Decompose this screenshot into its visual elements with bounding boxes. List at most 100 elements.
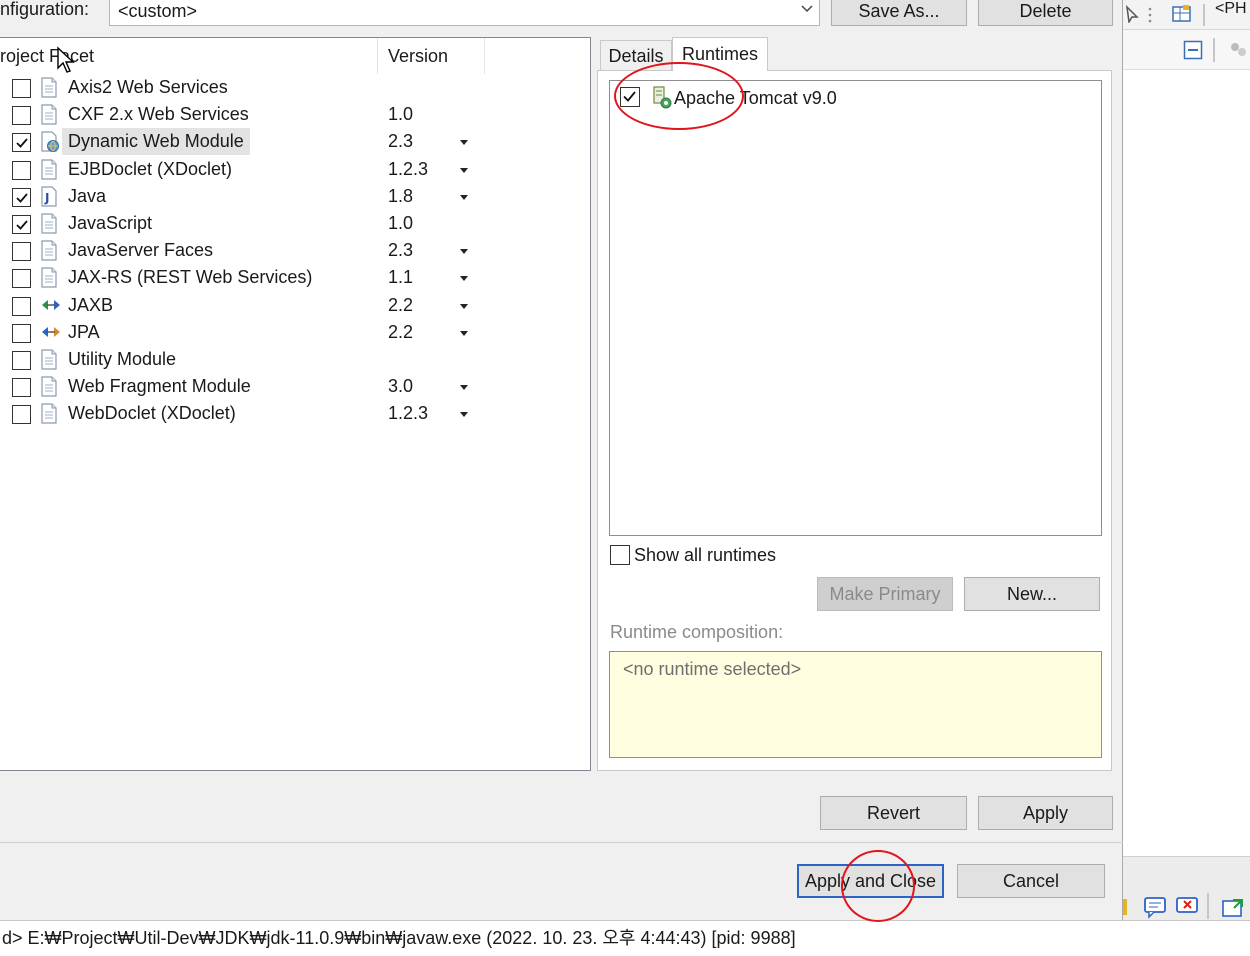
table-row[interactable]: J Java 1.8 <box>0 183 590 210</box>
facet-name: Axis2 Web Services <box>68 77 228 97</box>
facet-checkbox[interactable] <box>12 405 31 425</box>
configuration-combo[interactable]: <custom> <box>109 0 820 26</box>
minimize-icon[interactable] <box>1183 40 1203 60</box>
tab-runtimes-label: Runtimes <box>681 44 759 64</box>
facet-version[interactable]: 2.3 <box>388 128 413 155</box>
facet-name: Java <box>68 185 107 206</box>
view-toolbar-divider-icon <box>1213 38 1215 62</box>
table-row[interactable]: Dynamic Web Module 2.3 <box>0 128 590 156</box>
tab-details-label: Details <box>608 46 664 66</box>
overflow-icon[interactable] <box>1227 40 1249 60</box>
bottom-toolbar-divider-icon <box>1207 893 1209 919</box>
facet-version: 1.0 <box>388 104 414 125</box>
facet-checkbox[interactable] <box>12 106 31 126</box>
facet-version[interactable]: 1.8 <box>388 183 413 210</box>
facet-checkbox[interactable] <box>12 323 31 343</box>
version-dropdown-arrow-icon[interactable] <box>460 276 468 282</box>
table-row[interactable]: WebDoclet (XDoclet) 1.2.3 <box>0 400 590 427</box>
console-error-icon[interactable] <box>1175 895 1201 919</box>
show-all-runtimes-label[interactable]: Show all runtimes <box>634 543 776 567</box>
button-bar-divider <box>0 842 1123 843</box>
configuration-label: nfiguration: <box>0 0 90 19</box>
table-row[interactable]: Web Fragment Module 3.0 <box>0 373 590 400</box>
table-row[interactable]: Axis2 Web Services <box>0 74 590 101</box>
facet-version[interactable]: 1.2.3 <box>388 400 428 427</box>
apply-button[interactable]: Apply <box>978 796 1113 830</box>
table-row[interactable]: JavaServer Faces 2.3 <box>0 237 590 264</box>
runtime-checkbox-tomcat[interactable] <box>620 87 640 107</box>
facet-checkbox[interactable] <box>12 79 31 98</box>
version-dropdown-arrow-icon[interactable] <box>460 412 468 418</box>
table-row[interactable]: JPA 2.2 <box>0 319 590 346</box>
facet-name: Dynamic Web Module <box>62 128 250 156</box>
facet-checkbox[interactable] <box>12 296 31 316</box>
perspective-grid-icon[interactable] <box>1171 4 1193 24</box>
facet-version[interactable]: 1.1 <box>388 264 413 291</box>
document-icon <box>40 77 58 98</box>
new-runtime-button[interactable]: New... <box>964 577 1100 611</box>
version-dropdown-arrow-icon[interactable] <box>460 249 468 255</box>
toolbar-separator-icon <box>1148 7 1152 23</box>
bottom-edge-icon <box>1123 899 1127 915</box>
show-all-runtimes-checkbox[interactable] <box>610 545 630 565</box>
runtimes-list[interactable] <box>609 80 1102 536</box>
column-header-version[interactable]: Version <box>378 38 485 74</box>
project-facets-dialog: nfiguration: <custom> Save As... Delete … <box>0 0 1123 920</box>
facet-checkbox[interactable] <box>12 242 31 262</box>
checkmark-icon <box>16 138 28 149</box>
save-as-button[interactable]: Save As... <box>831 0 967 26</box>
table-row[interactable]: Utility Module <box>0 346 590 373</box>
cancel-button[interactable]: Cancel <box>957 864 1105 898</box>
facet-checkbox[interactable] <box>12 351 31 370</box>
runtime-composition-empty: <no runtime selected> <box>623 659 802 679</box>
facet-checkbox[interactable] <box>12 215 31 234</box>
document-icon <box>40 158 58 180</box>
version-dropdown-arrow-icon[interactable] <box>460 330 468 336</box>
facet-version[interactable]: 2.3 <box>388 237 413 264</box>
document-icon <box>40 349 58 370</box>
table-row[interactable]: JAXB 2.2 <box>0 292 590 319</box>
facet-checkbox[interactable] <box>12 269 31 289</box>
apply-and-close-button[interactable]: Apply and Close <box>797 864 944 898</box>
jaxb-arrows-icon <box>40 295 60 316</box>
revert-button[interactable]: Revert <box>820 796 967 830</box>
console-chat-icon[interactable] <box>1143 895 1169 919</box>
version-dropdown-arrow-icon[interactable] <box>460 303 468 309</box>
delete-button[interactable]: Delete <box>978 0 1113 26</box>
facet-checkbox[interactable] <box>12 160 31 180</box>
facet-name: WebDoclet (XDoclet) <box>68 403 236 424</box>
column-header-version-label: Version <box>388 46 449 66</box>
ide-background <box>1123 0 1250 956</box>
facet-checkbox[interactable] <box>12 187 31 207</box>
document-icon <box>40 403 58 424</box>
ide-truncated-label: <PH <box>1215 0 1247 17</box>
cursor-tool-icon[interactable] <box>1125 5 1139 23</box>
tab-runtimes[interactable]: Runtimes <box>672 37 768 71</box>
open-console-icon[interactable] <box>1221 897 1245 919</box>
facet-checkbox[interactable] <box>12 378 31 398</box>
table-row[interactable]: EJBDoclet (XDoclet) 1.2.3 <box>0 156 590 183</box>
table-row[interactable]: JavaScript 1.0 <box>0 210 590 237</box>
version-dropdown-arrow-icon[interactable] <box>460 385 468 391</box>
facet-version[interactable]: 1.2.3 <box>388 156 428 183</box>
version-dropdown-arrow-icon[interactable] <box>460 167 468 173</box>
document-icon <box>40 240 58 261</box>
column-header-facet-label: roject Facet <box>0 46 95 66</box>
facet-version[interactable]: 3.0 <box>388 373 413 400</box>
facet-version[interactable]: 2.2 <box>388 292 413 319</box>
version-dropdown-arrow-icon[interactable] <box>460 140 468 146</box>
facet-checkbox[interactable] <box>12 133 31 153</box>
ide-toolbar: <PH <box>1123 0 1250 30</box>
table-row[interactable]: CXF 2.x Web Services 1.0 <box>0 101 590 128</box>
version-dropdown-arrow-icon[interactable] <box>460 194 468 200</box>
runtime-name-tomcat[interactable]: Apache Tomcat v9.0 <box>674 86 837 110</box>
document-icon <box>40 376 58 397</box>
tab-details[interactable]: Details <box>600 40 672 70</box>
table-row[interactable]: JAX-RS (REST Web Services) 1.1 <box>0 264 590 291</box>
facet-name: JavaScript <box>68 213 153 233</box>
java-icon: J <box>40 186 58 207</box>
make-primary-button: Make Primary <box>817 577 953 611</box>
facets-table: roject Facet Version Axis2 Web Services C… <box>0 37 591 771</box>
facet-version[interactable]: 2.2 <box>388 319 413 346</box>
facet-version: 1.0 <box>388 213 414 233</box>
